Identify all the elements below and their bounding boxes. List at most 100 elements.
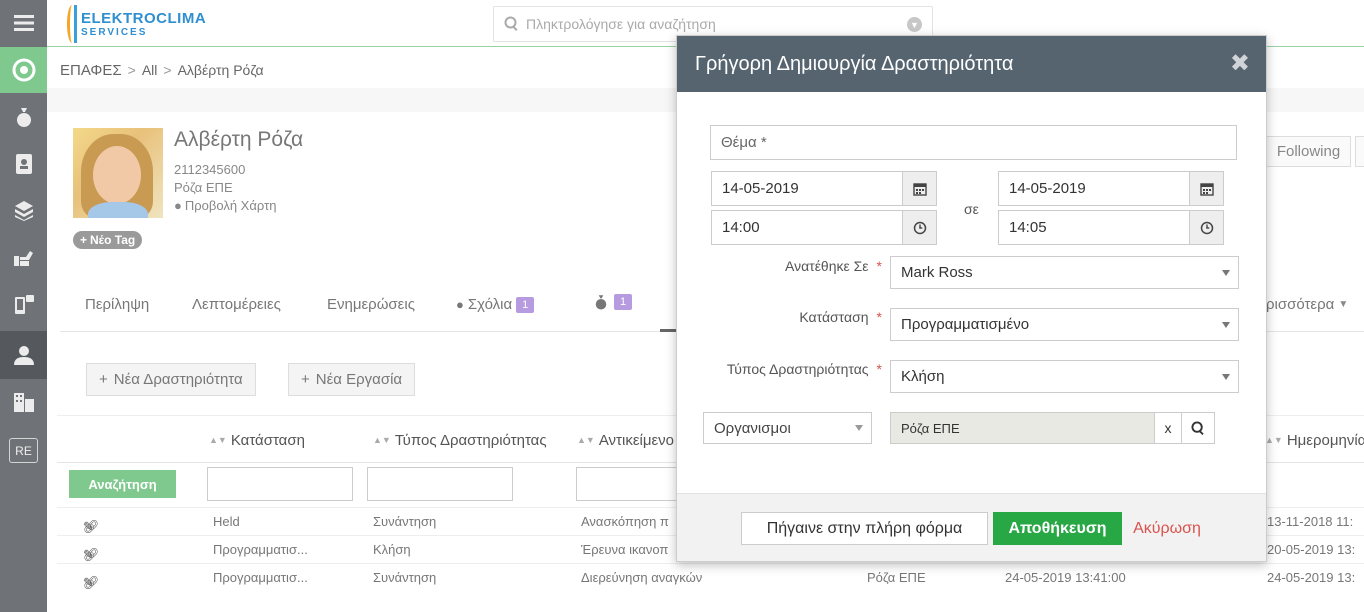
chevron-down-icon: ▼: [1338, 299, 1349, 310]
sidebar-item-organizations[interactable]: [0, 379, 47, 425]
label-text: Τύπος Δραστηριότητας: [726, 361, 869, 377]
following-button[interactable]: Following: [1266, 136, 1351, 167]
sidebar-item-devices[interactable]: [0, 282, 47, 328]
modal-footer: Πήγαινε στην πλήρη φόρμα Αποθήκευση Ακύρ…: [677, 493, 1266, 561]
tab-label: Λεπτομέρειες: [192, 296, 281, 313]
caret-down-icon: [1222, 374, 1230, 380]
logo-mark: [67, 5, 77, 43]
link-icon[interactable]: 🔗︎: [83, 519, 100, 535]
sidebar-item-re[interactable]: RE: [9, 438, 38, 463]
cell-related[interactable]: Ρόζα ΕΠΕ: [867, 570, 926, 585]
calendar-icon[interactable]: [902, 172, 936, 205]
cell-type: Συνάντηση: [373, 570, 437, 585]
column-header-status[interactable]: ▲▼ Κατάσταση: [209, 432, 305, 449]
dashboard-icon: [12, 58, 35, 82]
sidebar-item-users[interactable]: [0, 331, 47, 379]
cell-subject[interactable]: Διερεύνηση αναγκών: [581, 570, 702, 585]
clear-related-button[interactable]: x: [1155, 412, 1182, 444]
sort-icon: ▲▼: [1265, 435, 1283, 445]
user-icon: [13, 346, 34, 365]
status-value: Προγραμματισμένο: [901, 316, 1030, 333]
label-text: Κατάσταση: [799, 309, 869, 325]
breadcrumb-separator-icon: >: [163, 62, 172, 78]
cell-subject[interactable]: Έρευνα ικανοπ: [581, 542, 668, 557]
tab-updates[interactable]: Ενημερώσεις: [327, 296, 415, 313]
start-time-value: 14:00: [722, 219, 760, 236]
activity-type-select[interactable]: Κλήση: [890, 360, 1239, 393]
cell-start: 24-05-2019 13:41:00: [1005, 570, 1126, 585]
more-button[interactable]: [1355, 136, 1364, 167]
cell-date: 24-05-2019 13:: [1267, 570, 1356, 585]
assigned-to-label: Ανατέθηκε Σε *: [717, 258, 882, 274]
cell-status: Προγραμματισ...: [213, 542, 308, 557]
filter-type-input[interactable]: [367, 467, 513, 501]
new-activity-button[interactable]: + Νέα Δραστηριότητα: [86, 363, 256, 396]
search-placeholder: Πληκτρολόγησε για αναζήτηση: [526, 16, 716, 32]
logo-line1: ELEKTROCLIMA: [81, 9, 207, 27]
table-search-button[interactable]: Αναζήτηση: [69, 470, 176, 498]
start-time-input[interactable]: 14:00: [711, 210, 937, 245]
search-related-button[interactable]: [1182, 412, 1215, 444]
sidebar-item-contacts[interactable]: [0, 141, 47, 187]
sidebar-item-dashboard[interactable]: [0, 47, 47, 93]
tab-more[interactable]: ρισσότερα ▼: [1266, 296, 1348, 313]
cell-status: Held: [213, 514, 240, 529]
link-icon[interactable]: 🔗︎: [83, 547, 100, 563]
required-mark: *: [876, 361, 882, 377]
breadcrumb-root[interactable]: ΕΠΑΦΕΣ: [60, 62, 122, 79]
column-header-type[interactable]: ▲▼ Τύπος Δραστηριότητας: [373, 432, 547, 449]
start-date-value: 14-05-2019: [722, 180, 799, 197]
new-tag-button[interactable]: + Νέο Tag: [73, 231, 143, 249]
end-date-value: 14-05-2019: [1009, 180, 1086, 197]
chevron-down-icon[interactable]: ▼: [907, 17, 922, 32]
caret-down-icon: [1222, 270, 1230, 276]
calendar-icon[interactable]: [1189, 172, 1223, 205]
end-time-input[interactable]: 14:05: [998, 210, 1224, 245]
assigned-to-select[interactable]: Mark Ross: [890, 256, 1239, 289]
new-task-button[interactable]: + Νέα Εργασία: [288, 363, 416, 396]
breadcrumb-separator-icon: >: [127, 62, 136, 78]
clock-icon[interactable]: [902, 211, 936, 244]
app-logo[interactable]: ELEKTROCLIMA SERVICES: [67, 4, 206, 44]
plus-icon: +: [80, 233, 88, 247]
map-link-label: Προβολή Χάρτη: [184, 198, 277, 213]
related-module-select[interactable]: Οργανισμοι: [703, 412, 872, 444]
related-module-value: Οργανισμοι: [714, 419, 791, 437]
caret-down-icon: [855, 425, 863, 431]
contact-company: Ρόζα ΕΠΕ: [174, 180, 233, 195]
tab-comments[interactable]: ● Σχόλια 1: [456, 296, 535, 313]
column-header-subject[interactable]: ▲▼ Αντικείμενο: [577, 432, 674, 449]
required-mark: *: [876, 309, 882, 325]
sort-icon: ▲▼: [373, 435, 391, 445]
contact-book-icon: [15, 154, 32, 174]
filter-status-input[interactable]: [207, 467, 353, 501]
save-button[interactable]: Αποθήκευση: [993, 512, 1122, 545]
status-select[interactable]: Προγραμματισμένο: [890, 308, 1239, 341]
tab-deals[interactable]: 1: [592, 290, 633, 314]
subject-input[interactable]: Θέμα *: [710, 125, 1237, 160]
link-icon[interactable]: 🔗︎: [83, 575, 100, 591]
sidebar-item-support[interactable]: [0, 235, 47, 281]
sidebar-item-products[interactable]: [0, 188, 47, 234]
sidebar-item-sales[interactable]: [0, 94, 47, 140]
activity-type-label: Τύπος Δραστηριότητας *: [697, 361, 882, 377]
start-date-input[interactable]: 14-05-2019: [711, 171, 937, 206]
cell-subject[interactable]: Ανασκόπηση π: [581, 514, 669, 529]
end-date-input[interactable]: 14-05-2019: [998, 171, 1224, 206]
go-to-full-form-button[interactable]: Πήγαινε στην πλήρη φόρμα: [741, 512, 988, 545]
filter-subject-input[interactable]: [576, 467, 686, 501]
close-icon[interactable]: ✖: [1230, 49, 1250, 78]
menu-toggle[interactable]: [0, 0, 47, 46]
cancel-button[interactable]: Ακύρωση: [1129, 512, 1205, 545]
sort-icon: ▲▼: [209, 435, 227, 445]
building-icon: [13, 393, 34, 412]
clock-icon[interactable]: [1189, 211, 1223, 244]
table-row[interactable]: ✎ 🔗︎ Προγραμματισ... Συνάντηση Διερεύνηση…: [57, 563, 1364, 591]
boxes-icon: [14, 201, 33, 221]
column-header-date[interactable]: ▲▼ Ημερομηνία: [1265, 432, 1364, 449]
tab-details[interactable]: Λεπτομέρειες: [192, 296, 281, 313]
map-link[interactable]: ● Προβολή Χάρτη: [174, 198, 276, 213]
breadcrumb-middle[interactable]: All: [142, 62, 158, 79]
new-task-label: Νέα Εργασία: [315, 371, 403, 388]
tab-summary[interactable]: Περίληψη: [85, 296, 149, 313]
